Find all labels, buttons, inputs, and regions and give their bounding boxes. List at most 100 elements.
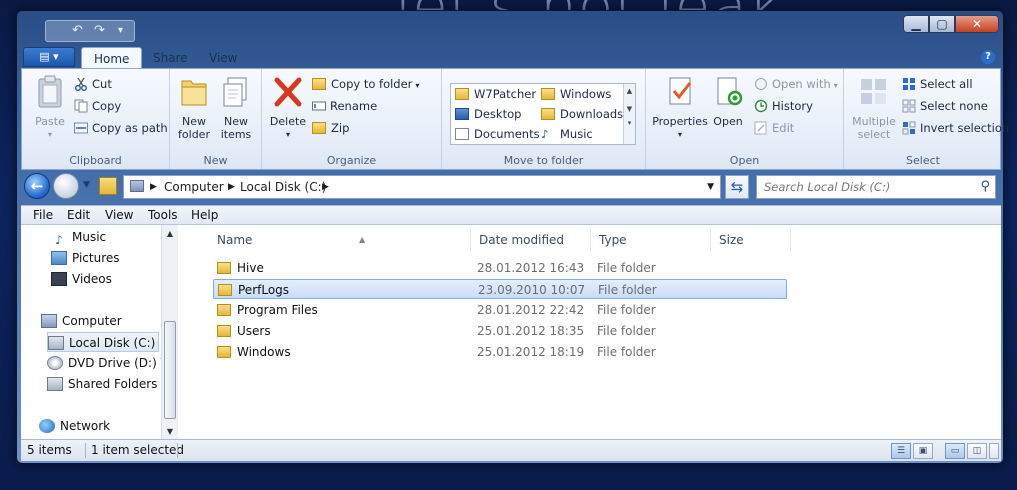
- forward-button[interactable]: [53, 173, 79, 199]
- address-bar[interactable]: ▶ Computer ▶ Local Disk (C:) ▶ ▼: [123, 175, 721, 199]
- nav-item-pictures[interactable]: Pictures: [51, 248, 120, 268]
- new-folder-icon: [181, 80, 207, 106]
- menu-edit[interactable]: Edit: [67, 206, 90, 225]
- large-icons-view-icon[interactable]: ▣: [913, 443, 933, 459]
- column-header-name[interactable]: Name ▲: [209, 229, 471, 251]
- move-target-windows[interactable]: Windows: [541, 85, 611, 103]
- close-button[interactable]: ✕: [955, 15, 999, 33]
- menu-bar: File Edit View Tools Help: [21, 205, 1001, 225]
- open-with-button[interactable]: Open with ▾: [754, 75, 838, 93]
- menu-help[interactable]: Help: [191, 206, 218, 225]
- music-icon: ♪: [55, 233, 63, 247]
- cut-label: Cut: [92, 77, 112, 91]
- search-input[interactable]: [757, 176, 967, 198]
- qat-menu-icon[interactable]: ▾: [118, 25, 123, 36]
- breadcrumb-computer[interactable]: Computer: [164, 176, 224, 198]
- breadcrumb-separator-icon[interactable]: ▶: [228, 176, 235, 198]
- undo-icon[interactable]: ↶: [72, 23, 83, 38]
- edit-icon: [754, 121, 767, 135]
- multiple-select-button[interactable]: Multiple select: [850, 75, 898, 141]
- scroll-down-icon[interactable]: ▼: [162, 427, 178, 436]
- scroll-up-icon[interactable]: ▲: [162, 229, 178, 238]
- file-row-selected[interactable]: PerfLogs 23.09.2010 10:07 File folder: [213, 279, 787, 299]
- nav-item-shared-folders[interactable]: Shared Folders (\: [47, 374, 170, 394]
- rename-button[interactable]: Rename: [312, 97, 377, 115]
- history-button[interactable]: History: [754, 97, 813, 115]
- properties-label: Properties: [652, 115, 708, 128]
- move-to-folder-group-label: Move to folder: [503, 154, 584, 167]
- menu-view[interactable]: View: [105, 206, 133, 225]
- move-target-label: Music: [560, 127, 593, 141]
- file-name: Users: [237, 324, 271, 338]
- maximize-button[interactable]: ▢: [929, 15, 955, 33]
- cut-button[interactable]: Cut: [74, 75, 112, 93]
- select-all-button[interactable]: Select all: [902, 75, 973, 93]
- details-view-icon[interactable]: ☰: [891, 443, 911, 459]
- copy-as-path-button[interactable]: Copy as path: [74, 119, 168, 137]
- refresh-button[interactable]: ⇆: [725, 175, 749, 199]
- help-icon[interactable]: ?: [981, 50, 995, 64]
- recent-locations-dropdown-icon[interactable]: ▼: [83, 180, 90, 190]
- item-count: 5 items: [27, 443, 72, 457]
- menu-tools[interactable]: Tools: [148, 206, 178, 225]
- file-type: File folder: [597, 261, 656, 275]
- move-target-documents[interactable]: Documents: [455, 125, 540, 143]
- back-button[interactable]: ←: [24, 173, 50, 199]
- up-folder-icon[interactable]: [99, 177, 117, 195]
- search-icon[interactable]: ⚲: [980, 179, 990, 194]
- nav-item-videos[interactable]: Videos: [51, 269, 112, 289]
- column-header-size[interactable]: Size: [711, 229, 791, 251]
- copy-button[interactable]: Copy: [74, 97, 121, 115]
- preview-pane-layout-icon[interactable]: ◫: [967, 443, 987, 459]
- new-folder-button[interactable]: New folder: [174, 75, 214, 141]
- breadcrumb-local-disk[interactable]: Local Disk (C:): [240, 176, 326, 198]
- downloads-folder-icon: [541, 108, 555, 120]
- tab-view[interactable]: View: [197, 47, 249, 69]
- navigation-pane-layout-icon[interactable]: ▭: [945, 443, 965, 459]
- gallery-expand-icon[interactable]: ▾: [624, 119, 635, 127]
- breadcrumb-separator-icon[interactable]: ▶: [150, 176, 157, 198]
- gallery-scrollbar[interactable]: ▲ ▼ ▾: [623, 84, 635, 144]
- breadcrumb-separator-icon[interactable]: ▶: [322, 176, 329, 198]
- invert-selection-button[interactable]: Invert selection: [902, 119, 1009, 137]
- tab-home[interactable]: Home: [81, 47, 143, 69]
- move-target-downloads[interactable]: Downloads: [541, 105, 623, 123]
- nav-item-dvd-drive[interactable]: DVD Drive (D:) VM: [47, 353, 179, 373]
- select-none-button[interactable]: Select none: [902, 97, 988, 115]
- address-dropdown-icon[interactable]: ▼: [707, 176, 714, 198]
- open-button[interactable]: Open: [710, 75, 746, 128]
- tab-share[interactable]: Share: [141, 47, 200, 69]
- copy-to-folder-button[interactable]: Copy to folder ▾: [312, 75, 419, 93]
- edit-button[interactable]: Edit: [754, 119, 794, 137]
- menu-file[interactable]: File: [33, 206, 53, 225]
- nav-item-local-disk[interactable]: Local Disk (C:): [47, 332, 159, 352]
- scroll-up-icon[interactable]: ▲: [624, 87, 635, 95]
- details-pane-layout-icon[interactable]: [989, 443, 999, 459]
- invert-selection-icon: [902, 121, 916, 135]
- nav-item-network[interactable]: Network: [39, 416, 110, 436]
- file-row[interactable]: Users 25.01.2012 18:35 File folder: [213, 321, 787, 341]
- properties-button[interactable]: Properties ▾: [652, 75, 708, 141]
- minimize-button[interactable]: ▁: [903, 15, 929, 33]
- nav-item-music[interactable]: ♪ Music: [51, 227, 106, 247]
- scrollbar-thumb[interactable]: [164, 321, 176, 419]
- new-items-button[interactable]: New items: [216, 75, 256, 141]
- column-header-type[interactable]: Type: [591, 229, 711, 251]
- chevron-down-icon: ▾: [677, 130, 682, 139]
- file-row[interactable]: Windows 25.01.2012 18:19 File folder: [213, 342, 787, 362]
- move-target-label: W7Patcher: [474, 87, 537, 101]
- file-row[interactable]: Program Files 28.01.2012 22:42 File fold…: [213, 300, 787, 320]
- paste-button[interactable]: Paste ▾: [30, 75, 70, 141]
- file-row[interactable]: Hive 28.01.2012 16:43 File folder: [213, 258, 787, 278]
- move-target-w7patcher[interactable]: W7Patcher: [455, 85, 536, 103]
- zip-button[interactable]: Zip: [312, 119, 349, 137]
- nav-pane-scrollbar[interactable]: ▲ ▼: [161, 225, 178, 439]
- file-menu-tab[interactable]: ▤ ▾: [23, 47, 75, 67]
- move-target-music[interactable]: ♪ Music: [541, 125, 593, 143]
- move-target-desktop[interactable]: Desktop: [455, 105, 521, 123]
- delete-button[interactable]: Delete ▾: [268, 75, 308, 141]
- redo-icon[interactable]: ↷: [94, 23, 105, 38]
- scroll-down-icon[interactable]: ▼: [624, 105, 635, 113]
- nav-item-computer[interactable]: Computer: [41, 311, 122, 331]
- column-header-date[interactable]: Date modified: [471, 229, 591, 251]
